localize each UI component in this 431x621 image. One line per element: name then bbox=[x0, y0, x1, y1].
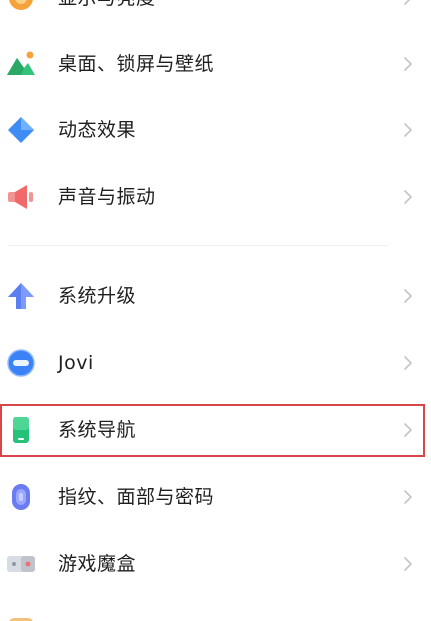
chevron-right-icon bbox=[402, 288, 414, 304]
settings-item-label: Jovi bbox=[58, 352, 94, 374]
chevron-right-icon bbox=[402, 0, 414, 6]
settings-item-wallpaper[interactable]: 桌面、锁屏与壁纸 bbox=[0, 34, 431, 94]
settings-item-label: 游戏魔盒 bbox=[58, 553, 137, 575]
settings-item-system-navigation[interactable]: 系统导航 bbox=[0, 400, 431, 460]
chevron-right-icon bbox=[402, 422, 414, 438]
chevron-right-icon bbox=[402, 355, 414, 371]
partial-item-icon bbox=[5, 614, 37, 621]
settings-item-game-box[interactable]: 游戏魔盒 bbox=[0, 534, 431, 594]
fingerprint-face-password-icon bbox=[5, 481, 37, 513]
settings-item-system-upgrade[interactable]: 系统升级 bbox=[0, 266, 431, 326]
jovi-icon bbox=[5, 347, 37, 379]
system-navigation-icon bbox=[5, 414, 37, 446]
settings-item-sound-vibration[interactable]: 声音与振动 bbox=[0, 167, 431, 227]
wallpaper-icon bbox=[5, 48, 37, 80]
section-divider bbox=[8, 245, 388, 246]
settings-item-dynamic-effects[interactable]: 动态效果 bbox=[0, 100, 431, 160]
dynamic-effects-icon bbox=[5, 114, 37, 146]
chevron-right-icon bbox=[402, 122, 414, 138]
settings-item-label: 动态效果 bbox=[58, 119, 137, 141]
settings-item-label: 指纹、面部与密码 bbox=[58, 486, 215, 508]
settings-item-jovi[interactable]: Jovi bbox=[0, 333, 431, 393]
chevron-right-icon bbox=[402, 56, 414, 72]
chevron-right-icon bbox=[402, 189, 414, 205]
settings-item-label: 系统升级 bbox=[58, 285, 137, 307]
chevron-right-icon bbox=[402, 556, 414, 572]
settings-item-label: 显示与亮度 bbox=[58, 0, 156, 28]
settings-item-label: 系统导航 bbox=[58, 419, 137, 441]
system-upgrade-icon bbox=[5, 280, 37, 312]
chevron-right-icon bbox=[402, 489, 414, 505]
game-box-icon bbox=[5, 548, 37, 580]
settings-item-display-brightness[interactable]: 显示与亮度 bbox=[0, 0, 431, 28]
settings-item-fingerprint-face-password[interactable]: 指纹、面部与密码 bbox=[0, 467, 431, 527]
settings-item-label: 声音与振动 bbox=[58, 186, 156, 208]
settings-item-label: 桌面、锁屏与壁纸 bbox=[58, 53, 215, 75]
settings-item-partial bbox=[0, 600, 431, 621]
sound-vibration-icon bbox=[5, 181, 37, 213]
display-brightness-icon bbox=[5, 0, 37, 14]
settings-list: 显示与亮度 桌面、锁屏与壁纸 动态效果 bbox=[0, 0, 431, 621]
